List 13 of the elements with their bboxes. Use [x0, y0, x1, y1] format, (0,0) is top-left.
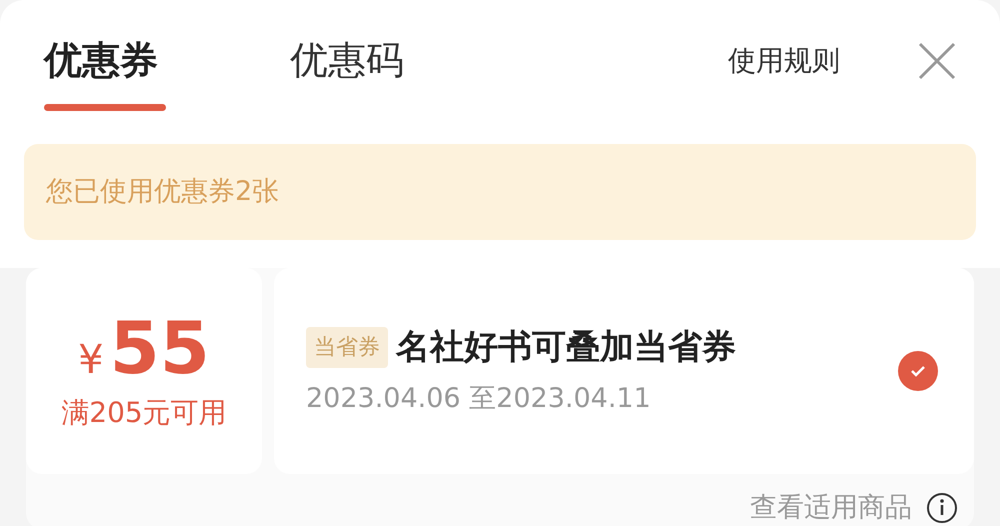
coupon-title: 名社好书可叠加当省券 — [396, 326, 736, 370]
check-icon[interactable] — [898, 351, 938, 391]
close-icon[interactable] — [918, 42, 956, 80]
info-icon[interactable] — [926, 492, 958, 524]
tab[interactable]: 优惠码 — [290, 36, 412, 111]
coupon-tag: 当省券 — [306, 327, 388, 368]
tab[interactable]: 优惠券 — [44, 36, 166, 111]
coupon-condition: 满205元可用 — [61, 395, 227, 431]
currency-sign: ¥ — [78, 336, 104, 385]
rules-link[interactable]: 使用规则 — [728, 40, 840, 82]
coupon-amount: 55 — [110, 308, 210, 388]
coupon-validity: 2023.04.06 至2023.04.11 — [306, 382, 652, 416]
notice-text: 您已使用优惠券2张 — [46, 174, 280, 209]
